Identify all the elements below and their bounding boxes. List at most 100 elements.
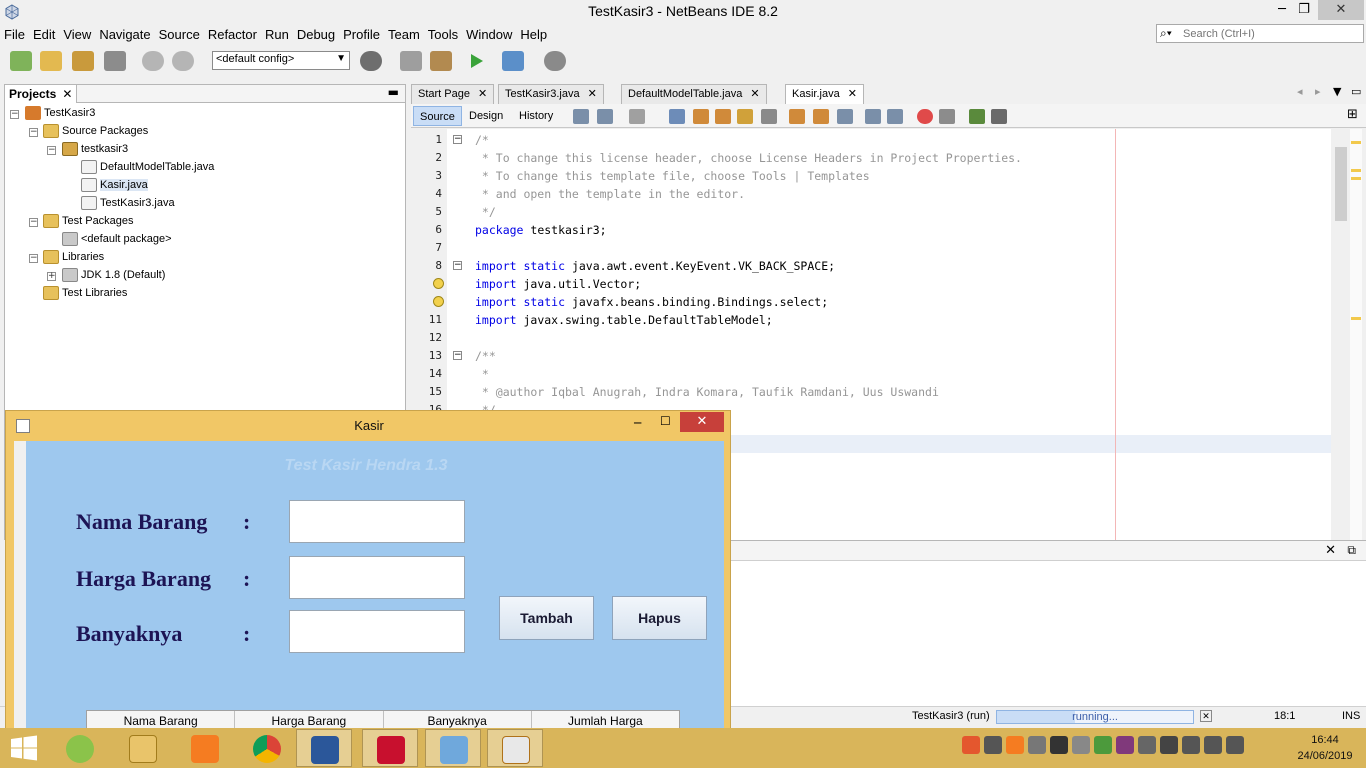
config-select[interactable]: <default config> ▼ xyxy=(212,51,350,70)
tab-start-page[interactable]: Start Page ✕ xyxy=(411,84,495,104)
taskbar-xampp[interactable] xyxy=(177,729,233,767)
code-line[interactable]: import static java.awt.event.KeyEvent.VK… xyxy=(475,257,835,275)
running-project-label[interactable]: TestKasir3 (run) xyxy=(912,710,990,722)
kasir-minimize-button[interactable]: ─ xyxy=(634,416,641,430)
fold-toggle-icon[interactable]: − xyxy=(453,135,462,144)
find-previous-icon[interactable] xyxy=(693,109,709,124)
new-file-icon[interactable] xyxy=(10,51,32,71)
kasir-close-button[interactable]: ✕ xyxy=(680,412,724,432)
gamepad-icon[interactable] xyxy=(984,736,1002,754)
menu-tools[interactable]: Tools xyxy=(424,24,462,44)
menu-file[interactable]: File xyxy=(0,24,29,44)
code-line[interactable]: * To change this license header, choose … xyxy=(475,149,1022,167)
code-line[interactable]: import java.util.Vector; xyxy=(475,275,641,293)
close-icon[interactable]: ✕ xyxy=(62,87,72,101)
find-next-icon[interactable] xyxy=(715,109,731,124)
error-stripe[interactable] xyxy=(1350,129,1362,541)
collapse-icon[interactable]: − xyxy=(10,110,19,119)
kasir-maximize-button[interactable]: ☐ xyxy=(660,414,671,428)
output-scrollbar[interactable] xyxy=(1348,563,1362,703)
shield-icon[interactable] xyxy=(1094,736,1112,754)
tree-item-libraries[interactable]: Libraries xyxy=(43,248,104,266)
find-icon[interactable] xyxy=(669,109,685,124)
close-icon[interactable]: ✕ xyxy=(1325,543,1336,558)
menu-view[interactable]: View xyxy=(59,24,95,44)
build-hammer-icon[interactable] xyxy=(400,51,422,71)
tree-item-package[interactable]: testkasir3 xyxy=(62,140,128,158)
toggle-highlight-icon[interactable] xyxy=(737,109,753,124)
mode-source[interactable]: Source xyxy=(413,106,462,126)
code-line[interactable]: * and open the template in the editor. xyxy=(475,185,745,203)
nama-barang-input[interactable] xyxy=(289,500,465,543)
tree-item-test-libraries[interactable]: Test Libraries xyxy=(43,284,127,302)
clean-build-icon[interactable] xyxy=(430,51,452,71)
minimize-panel-icon[interactable]: ▬ xyxy=(388,85,399,99)
menu-window[interactable]: Window xyxy=(462,24,516,44)
close-icon[interactable]: ✕ xyxy=(848,88,857,100)
close-icon[interactable]: ✕ xyxy=(478,88,487,100)
undo-icon[interactable] xyxy=(142,51,164,71)
expand-icon[interactable]: + xyxy=(47,272,56,281)
menu-refactor[interactable]: Refactor xyxy=(204,24,261,44)
onenote-icon[interactable] xyxy=(1116,736,1134,754)
mode-design[interactable]: Design xyxy=(463,106,509,126)
fold-toggle-icon[interactable]: − xyxy=(453,261,462,270)
sync-icon[interactable] xyxy=(1138,736,1156,754)
menu-navigate[interactable]: Navigate xyxy=(95,24,154,44)
menu-edit[interactable]: Edit xyxy=(29,24,59,44)
menu-profile[interactable]: Profile xyxy=(339,24,384,44)
pen-icon[interactable] xyxy=(1182,736,1200,754)
collapse-icon[interactable]: − xyxy=(29,218,38,227)
taskbar-acrobat[interactable] xyxy=(362,729,418,767)
warning-marker[interactable] xyxy=(1351,169,1361,172)
taskbar-virtualbox[interactable] xyxy=(425,729,481,767)
volume-icon[interactable] xyxy=(1226,736,1244,754)
code-line[interactable]: * @author Iqbal Anugrah, Indra Komara, T… xyxy=(475,383,939,401)
last-edit-icon[interactable] xyxy=(573,109,589,124)
windows-start-icon[interactable] xyxy=(10,735,38,761)
back-icon[interactable] xyxy=(597,109,613,124)
fold-toggle-icon[interactable]: − xyxy=(453,351,462,360)
menu-team[interactable]: Team xyxy=(384,24,424,44)
previous-bookmark-icon[interactable] xyxy=(789,109,805,124)
lightbulb-hint-icon[interactable] xyxy=(433,278,444,289)
toggle-bookmark-icon[interactable] xyxy=(837,109,853,124)
menu-debug[interactable]: Debug xyxy=(293,24,339,44)
menu-run[interactable]: Run xyxy=(261,24,293,44)
battery-icon[interactable] xyxy=(1204,736,1222,754)
tree-item-file[interactable]: Kasir.java xyxy=(81,176,148,194)
drive-icon[interactable] xyxy=(1072,736,1090,754)
search-icon[interactable]: ⌕▾ xyxy=(1160,26,1172,41)
scroll-tabs-left-icon[interactable]: ◂ xyxy=(1297,85,1303,98)
tab-testkasir3[interactable]: TestKasir3.java ✕ xyxy=(498,84,604,104)
tree-item-default-package[interactable]: <default package> xyxy=(62,230,172,248)
shift-left-icon[interactable] xyxy=(865,109,881,124)
collapse-icon[interactable]: − xyxy=(29,254,38,263)
taskbar-word[interactable] xyxy=(296,729,352,767)
maximize-window-icon[interactable]: ▭ xyxy=(1351,85,1361,98)
harga-barang-input[interactable] xyxy=(289,556,465,599)
start-macro-recording-icon[interactable] xyxy=(917,109,933,124)
menu-help[interactable]: Help xyxy=(516,24,551,44)
close-icon[interactable]: ✕ xyxy=(750,88,759,100)
flag-icon[interactable] xyxy=(1028,736,1046,754)
redo-icon[interactable] xyxy=(172,51,194,71)
stop-macro-recording-icon[interactable] xyxy=(939,109,955,124)
tab-projects[interactable]: Projects ✕ xyxy=(5,85,78,103)
taskbar-chrome[interactable] xyxy=(239,729,295,767)
taskbar-app-green[interactable] xyxy=(52,729,108,767)
comment-icon[interactable] xyxy=(969,109,985,124)
tray-app-icon[interactable] xyxy=(962,736,980,754)
taskbar-file-explorer[interactable] xyxy=(115,729,171,767)
code-line[interactable]: * xyxy=(475,365,489,383)
code-line[interactable]: import static javafx.beans.binding.Bindi… xyxy=(475,293,828,311)
tab-kasir[interactable]: Kasir.java ✕ xyxy=(785,84,864,104)
banyaknya-input[interactable] xyxy=(289,610,465,653)
collapse-icon[interactable]: − xyxy=(47,146,56,155)
search-input[interactable] xyxy=(1183,26,1359,41)
editor-scrollbar[interactable] xyxy=(1333,129,1349,541)
profile-icon[interactable] xyxy=(544,51,566,71)
tambah-button[interactable]: Tambah xyxy=(499,596,594,640)
network-signal-icon[interactable] xyxy=(1160,736,1178,754)
mode-history[interactable]: History xyxy=(513,106,559,126)
